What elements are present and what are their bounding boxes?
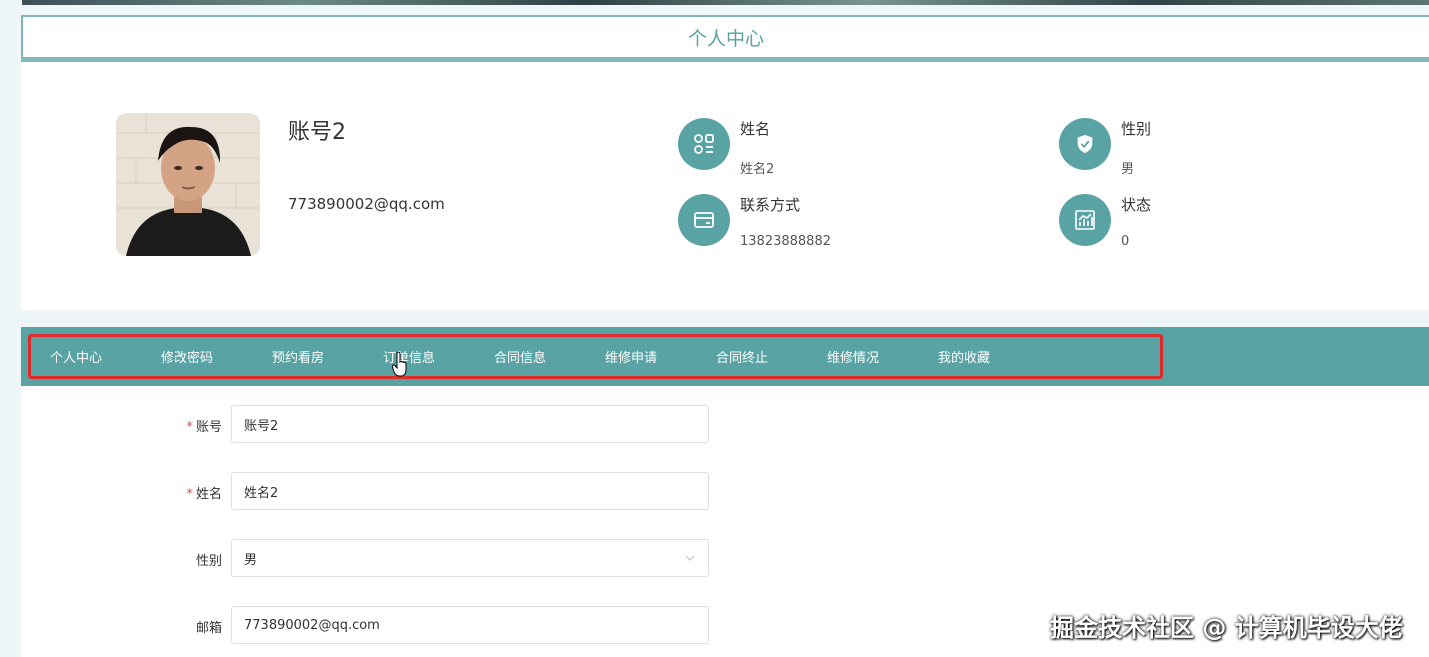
avatar	[116, 113, 260, 256]
input-value: 账号2	[244, 418, 279, 434]
nav-highlight-box	[28, 334, 1163, 379]
info-value: 13823888882	[740, 234, 831, 249]
info-label: 联系方式	[740, 196, 801, 214]
account-email: 773890002@qq.com	[288, 195, 445, 213]
gender-select[interactable]: 男	[231, 539, 709, 577]
wallet-card-icon	[678, 194, 730, 246]
hand-cursor-icon	[391, 351, 408, 382]
shield-check-icon	[1059, 118, 1111, 170]
name-input[interactable]: 姓名2	[231, 472, 709, 510]
gender-field-label: 性别	[142, 550, 222, 569]
required-mark: *	[186, 420, 193, 435]
account-field-label: * 账号	[142, 416, 222, 435]
label-text: 姓名	[195, 487, 222, 502]
info-label: 状态	[1121, 196, 1152, 214]
info-value: 0	[1121, 234, 1130, 249]
account-input[interactable]: 账号2	[231, 405, 709, 443]
input-value: 姓名2	[244, 485, 279, 501]
required-mark: *	[186, 487, 193, 502]
info-value: 姓名2	[740, 162, 775, 177]
label-text: 邮箱	[195, 621, 222, 636]
apps-icon	[678, 118, 730, 170]
name-field-label: * 姓名	[142, 483, 222, 502]
page-title-bar: 个人中心	[21, 15, 1429, 59]
chevron-down-icon	[684, 552, 696, 568]
label-text: 性别	[195, 554, 222, 569]
label-text: 账号	[195, 420, 222, 435]
info-value: 男	[1121, 162, 1135, 177]
account-name: 账号2	[288, 120, 346, 145]
page-title: 个人中心	[687, 27, 764, 50]
chart-icon	[1059, 194, 1111, 246]
select-value: 男	[244, 552, 258, 568]
email-field-label: 邮箱	[142, 617, 222, 636]
email-input[interactable]: 773890002@qq.com	[231, 606, 709, 644]
input-value: 773890002@qq.com	[244, 617, 380, 633]
watermark: 掘金技术社区 @ 计算机毕设大佬	[1050, 614, 1403, 642]
header-banner-image	[22, 0, 1429, 5]
info-label: 姓名	[740, 120, 771, 138]
info-label: 性别	[1121, 120, 1152, 138]
